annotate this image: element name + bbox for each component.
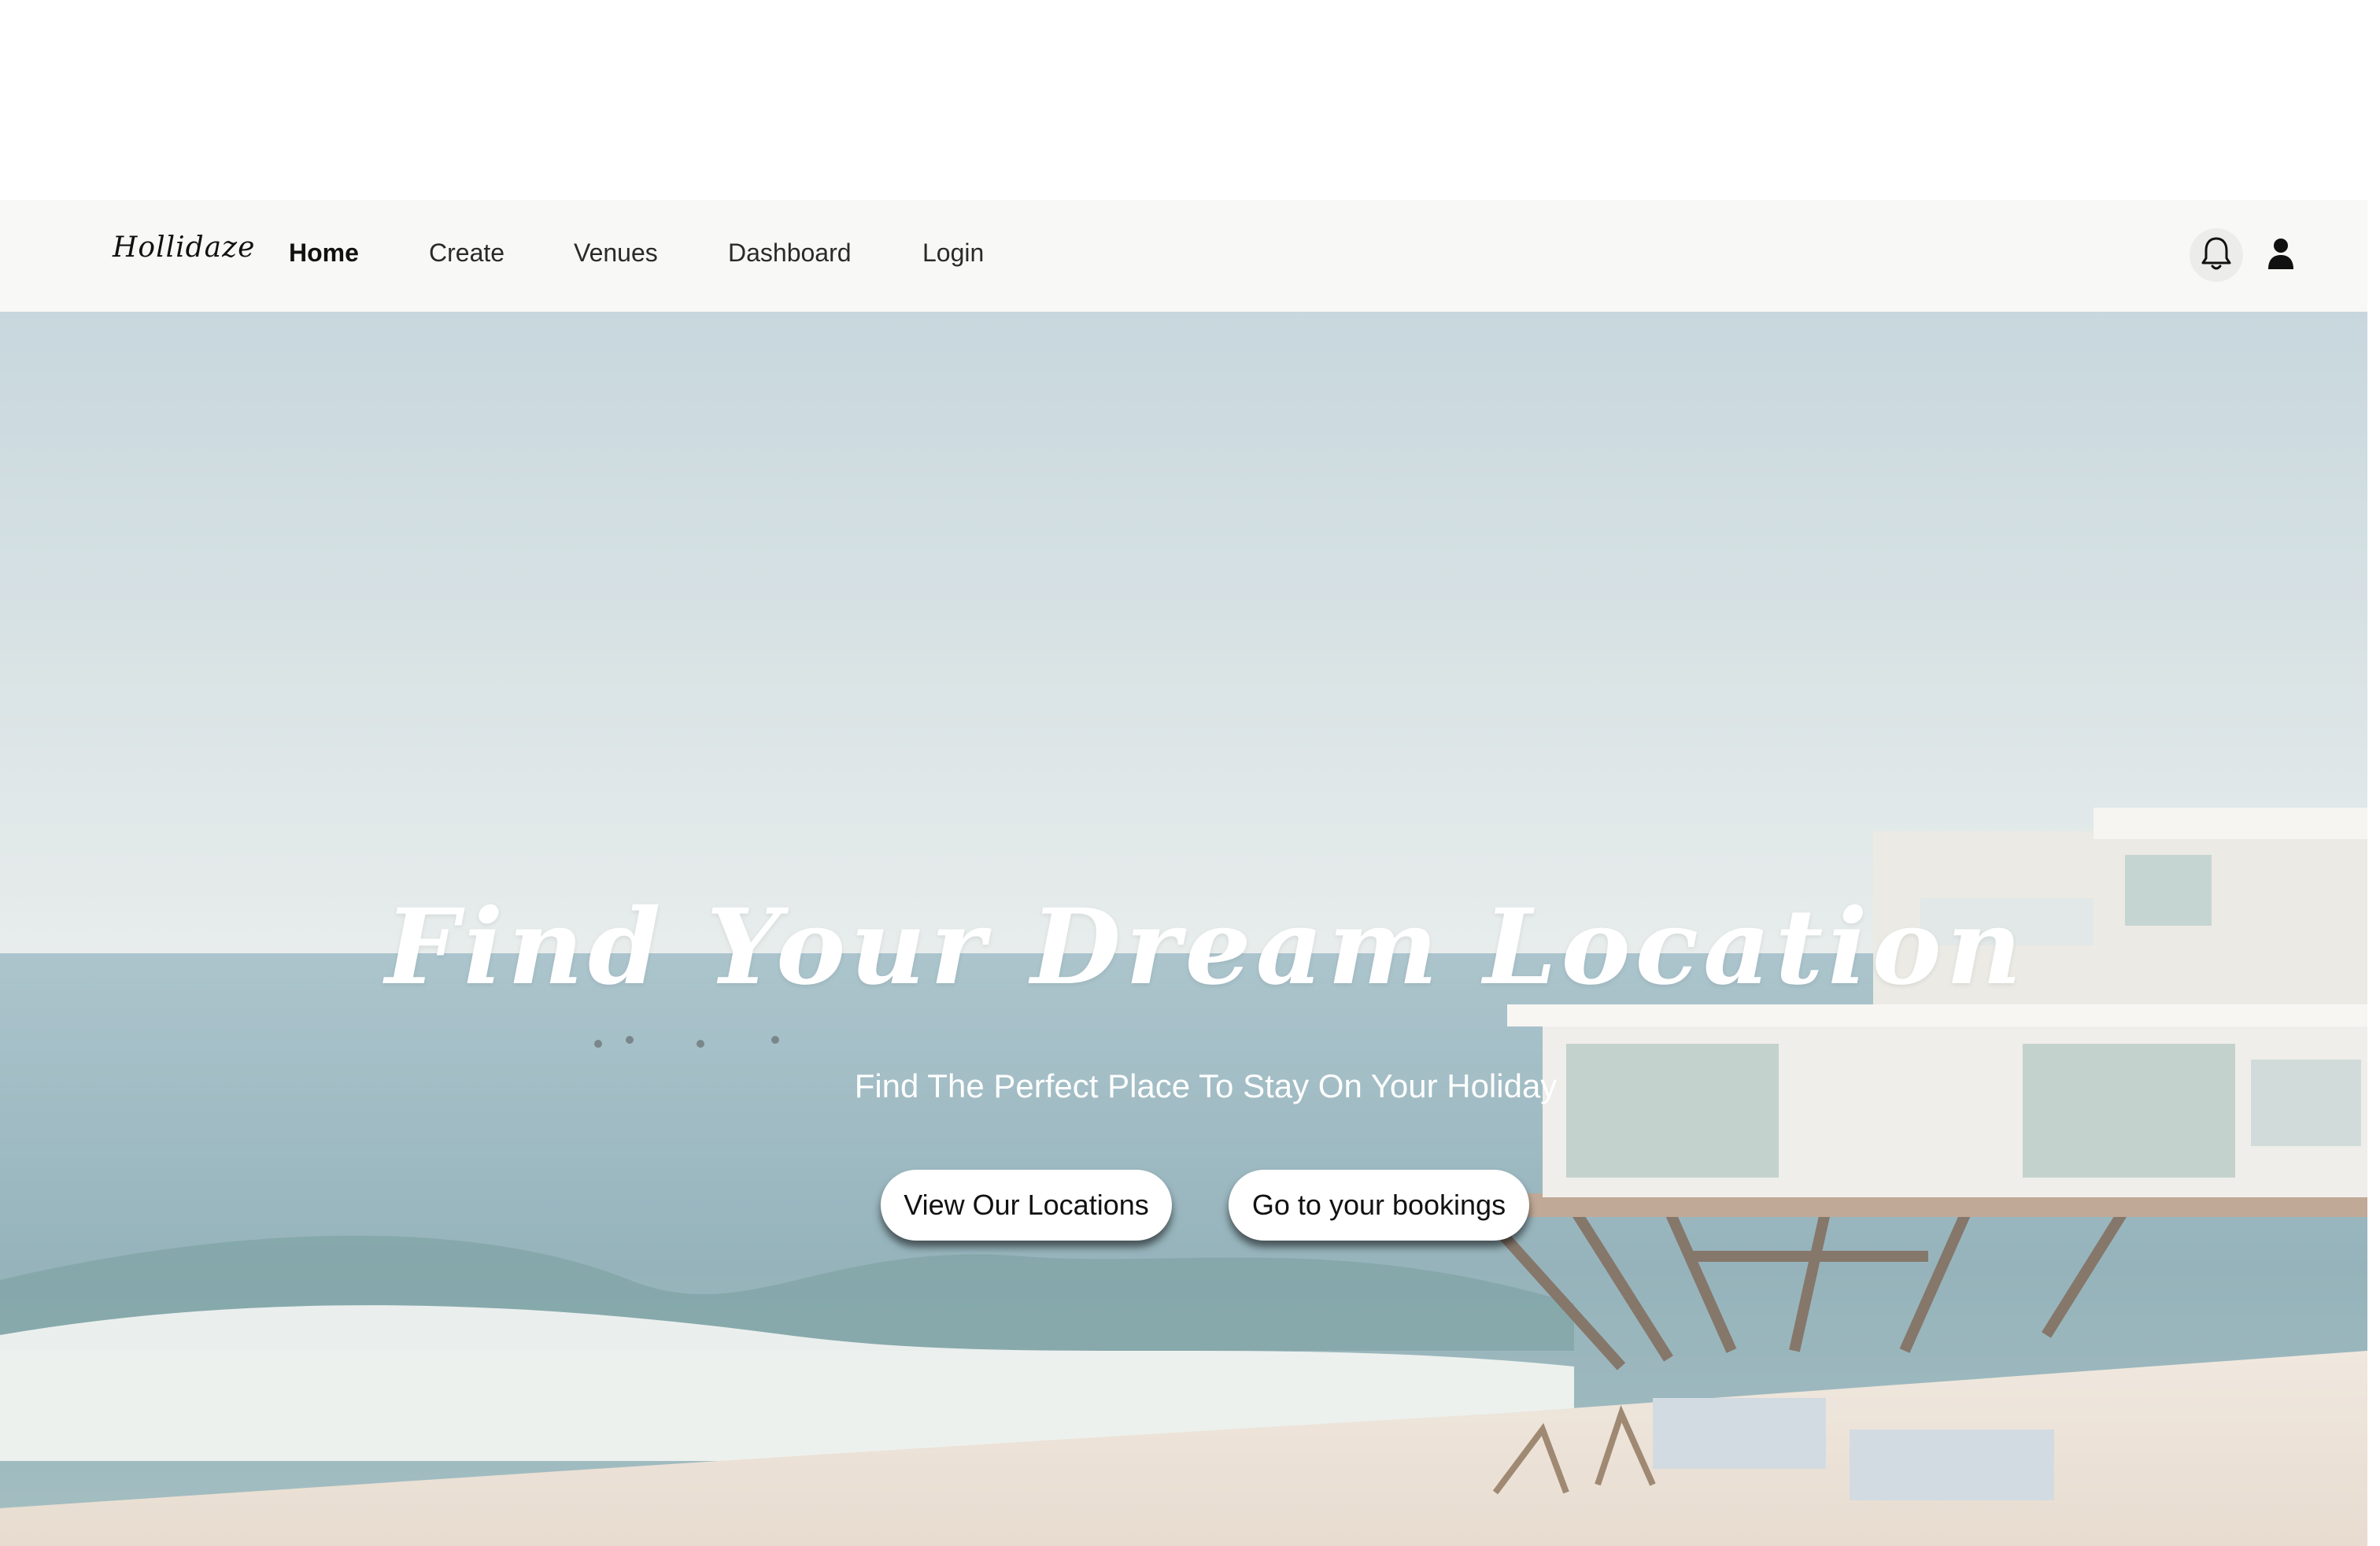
nav-link-dashboard[interactable]: Dashboard: [728, 239, 852, 268]
top-blank-area: [0, 0, 2380, 200]
page: Hollidaze Home Create Venues Dashboard L…: [0, 0, 2380, 1546]
hero-title: Find Your Dream Location: [385, 886, 2027, 1008]
notifications-button[interactable]: [2190, 228, 2243, 282]
nav-link-venues[interactable]: Venues: [574, 239, 658, 268]
navbar: Hollidaze Home Create Venues Dashboard L…: [0, 200, 2367, 312]
profile-button[interactable]: [2254, 228, 2308, 282]
nav-link-home[interactable]: Home: [289, 239, 359, 268]
nav-link-login[interactable]: Login: [922, 239, 984, 268]
view-locations-button[interactable]: View Our Locations: [881, 1170, 1172, 1241]
user-icon: [2267, 238, 2294, 273]
bell-icon: [2201, 235, 2232, 276]
bookings-button[interactable]: Go to your bookings: [1229, 1170, 1529, 1241]
hero-subtitle: Find The Perfect Place To Stay On Your H…: [854, 1067, 1558, 1104]
logo[interactable]: Hollidaze: [113, 231, 255, 264]
nav-link-create[interactable]: Create: [429, 239, 504, 268]
hero-section: Find Your Dream Location Find The Perfec…: [0, 312, 2367, 1546]
